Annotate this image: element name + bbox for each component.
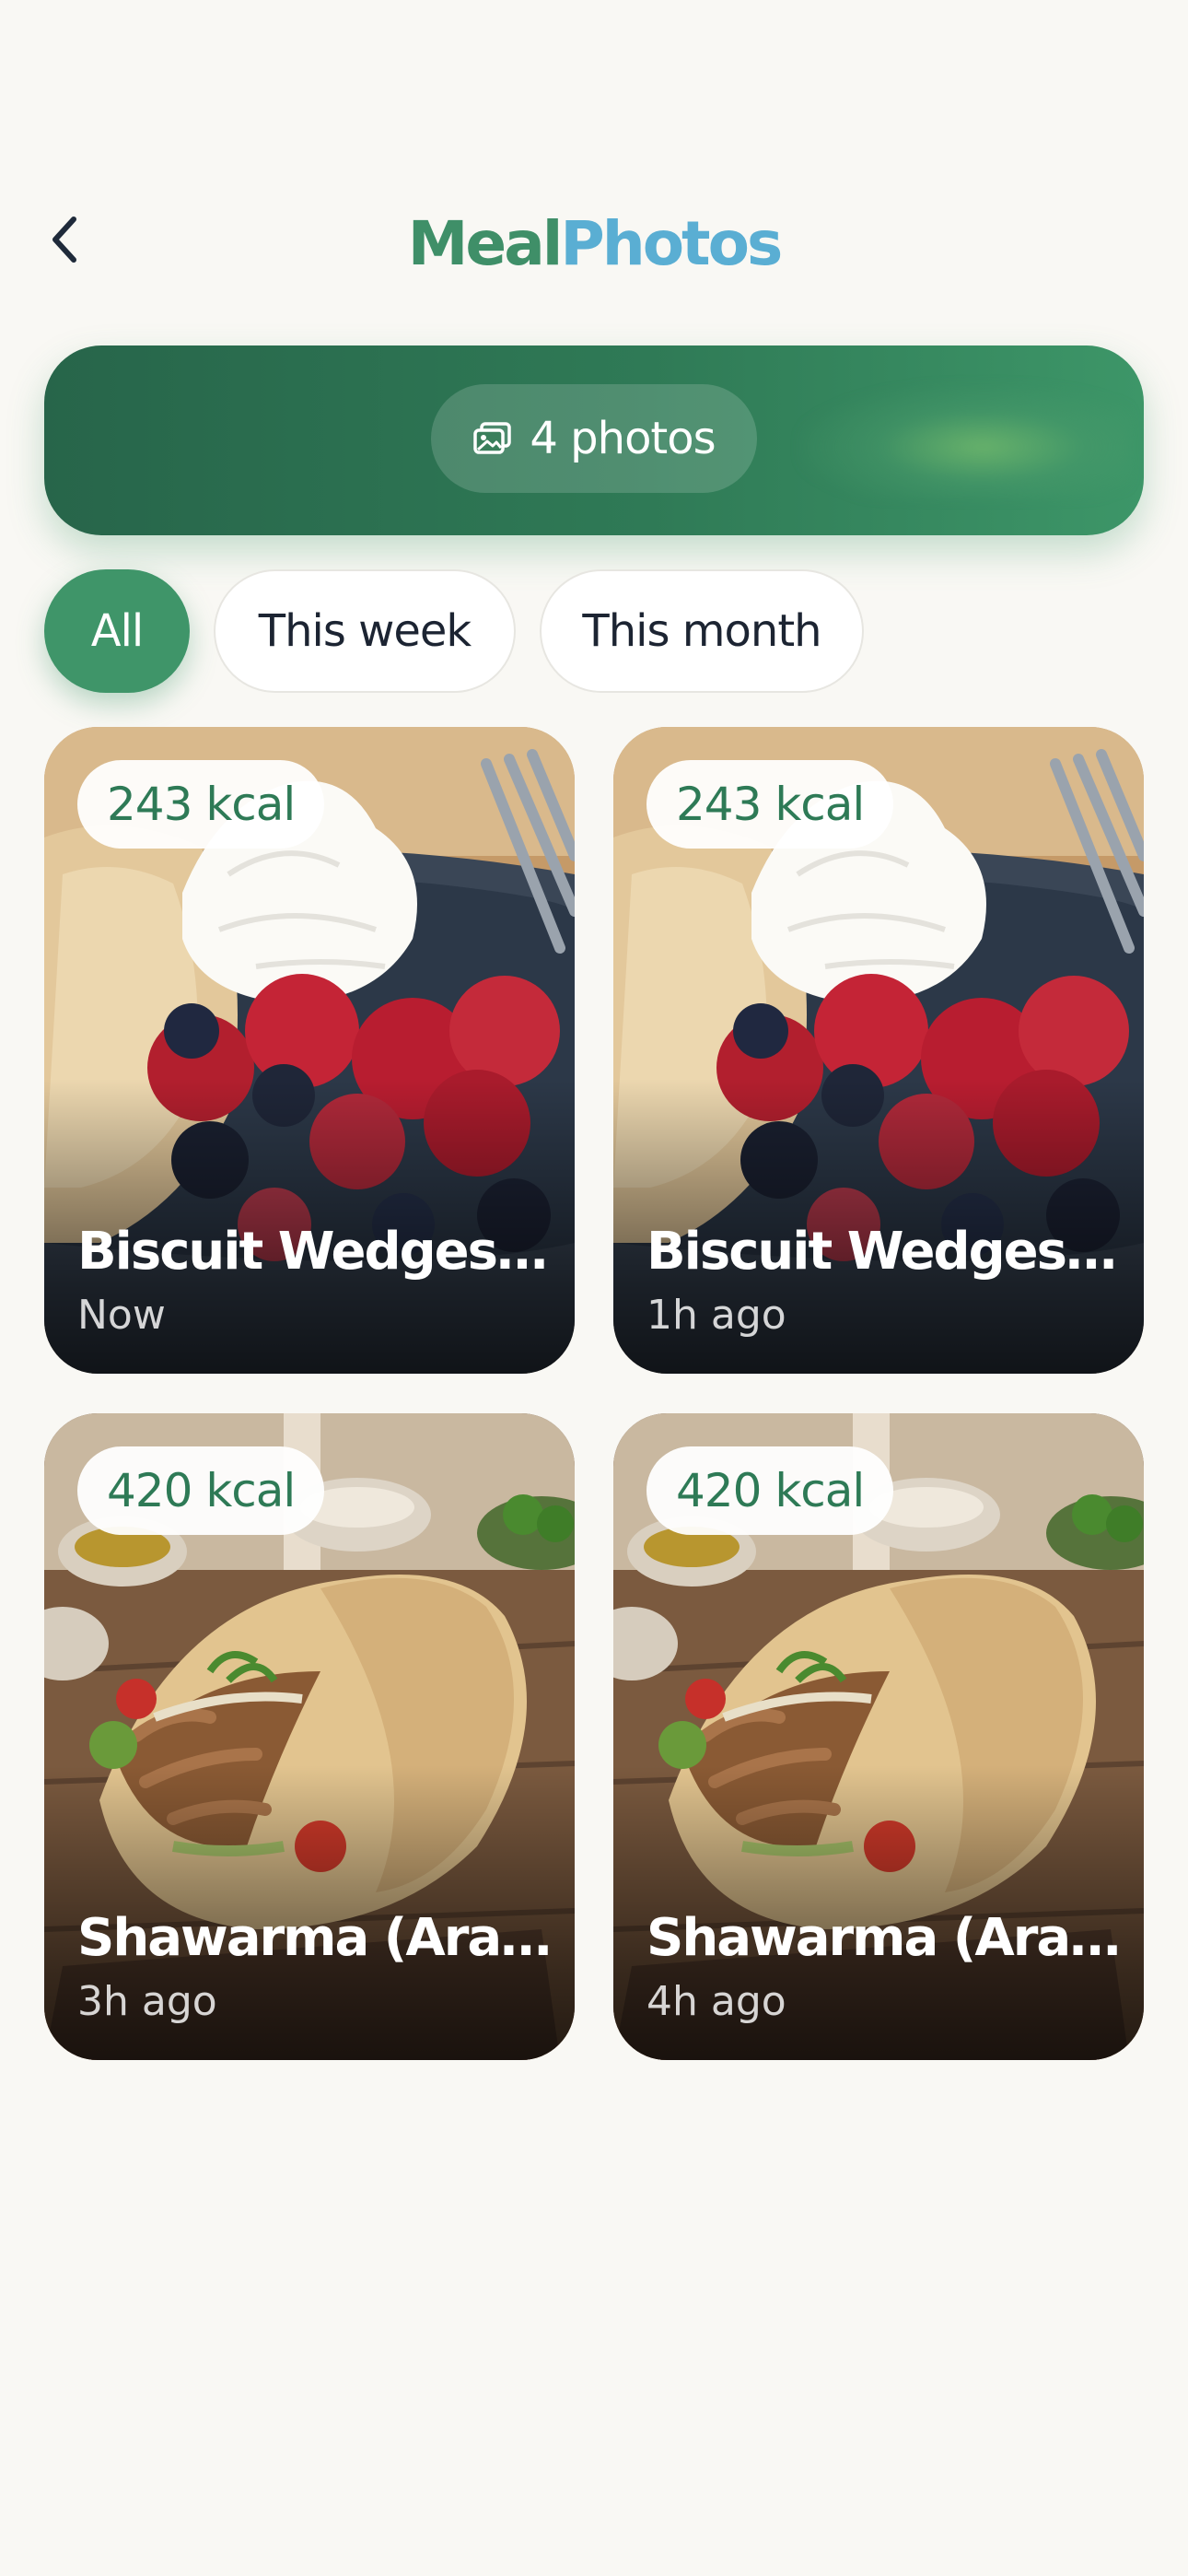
photo-count-label: 4 photos — [530, 413, 716, 464]
photos-icon — [473, 422, 512, 454]
meal-card[interactable]: 420 kcal Shawarma (Arabic) 3h ago — [44, 1413, 575, 2060]
meal-name: Biscuit Wedges w... — [77, 1222, 556, 1282]
meal-name: Shawarma (Arabic) — [646, 1908, 1125, 1968]
kcal-badge: 420 kcal — [646, 1446, 894, 1535]
kcal-badge: 243 kcal — [77, 760, 325, 849]
filter-chip-all[interactable]: All — [44, 569, 190, 693]
meal-card[interactable]: 420 kcal Shawarma (Arabic) 4h ago — [613, 1413, 1144, 2060]
photo-summary-banner: 4 photos — [44, 345, 1144, 535]
kcal-badge: 420 kcal — [77, 1446, 325, 1535]
meal-card[interactable]: 243 kcal Biscuit Wedges w... 1h ago — [613, 727, 1144, 1374]
meal-time: Now — [77, 1292, 166, 1339]
meal-name: Biscuit Wedges w... — [646, 1222, 1125, 1282]
meal-time: 3h ago — [77, 1978, 217, 2025]
meal-time: 4h ago — [646, 1978, 786, 2025]
meal-card[interactable]: 243 kcal Biscuit Wedges w... Now — [44, 727, 575, 1374]
filter-chip-label: This month — [582, 605, 821, 657]
page-title: MealPhotos — [0, 203, 1188, 286]
filter-chip-label: This week — [258, 605, 472, 657]
meal-name: Shawarma (Arabic) — [77, 1908, 556, 1968]
photo-count-pill: 4 photos — [431, 384, 757, 493]
banner-glow — [799, 384, 1131, 498]
filter-chip-this-month[interactable]: This month — [540, 569, 864, 693]
filter-chips: All This week This month — [44, 569, 864, 693]
kcal-badge: 243 kcal — [646, 760, 894, 849]
header-bar: MealPhotos — [0, 0, 1188, 313]
page-title-part2: Photos — [560, 208, 783, 279]
filter-chip-label: All — [90, 605, 145, 657]
meal-time: 1h ago — [646, 1292, 786, 1339]
filter-chip-this-week[interactable]: This week — [214, 569, 516, 693]
page-title-part1: Meal — [407, 208, 564, 279]
